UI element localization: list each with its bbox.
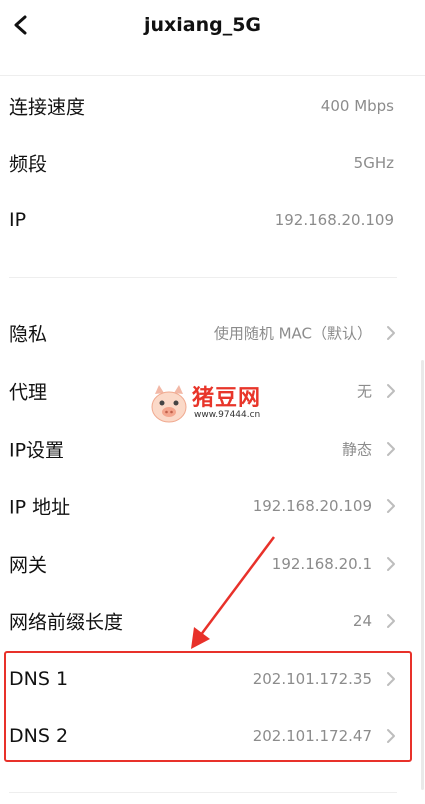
proxy-label: 代理 <box>9 381 48 404</box>
row-gateway[interactable]: 网关 192.168.20.1 <box>0 536 425 592</box>
dns-highlight-box <box>4 651 412 762</box>
connection-speed-label: 连接速度 <box>9 96 86 119</box>
ip-address-label: IP 地址 <box>9 496 71 519</box>
proxy-value: 无 <box>356 382 372 401</box>
chevron-right-icon <box>387 557 395 571</box>
watermark-logo: 猪豆网 www.97444.cn <box>146 380 281 430</box>
row-privacy[interactable]: 隐私 使用随机 MAC（默认） <box>0 305 425 361</box>
chevron-right-icon <box>387 499 395 513</box>
chevron-right-icon <box>387 614 395 628</box>
gateway-label: 网关 <box>9 554 48 577</box>
section-divider <box>9 277 397 278</box>
chevron-right-icon <box>387 442 395 456</box>
top-bar: juxiang_5G <box>0 0 425 76</box>
gateway-value: 192.168.20.1 <box>271 555 372 573</box>
chevron-right-icon <box>387 384 395 398</box>
privacy-label: 隐私 <box>9 323 48 346</box>
ip-settings-label: IP设置 <box>9 439 65 462</box>
row-connection-speed: 连接速度 400 Mbps <box>0 78 425 134</box>
bottom-divider <box>9 792 397 793</box>
row-ip: IP 192.168.20.109 <box>0 192 425 248</box>
ip-label: IP <box>9 209 27 231</box>
watermark-name: 猪豆网 <box>192 386 262 411</box>
ip-address-value: 192.168.20.109 <box>252 497 372 515</box>
pig-logo-icon <box>151 385 187 423</box>
chevron-right-icon <box>387 326 395 340</box>
prefix-length-label: 网络前缀长度 <box>9 611 124 634</box>
band-label: 频段 <box>9 153 48 176</box>
band-value: 5GHz <box>353 154 394 172</box>
watermark-url: www.97444.cn <box>194 410 261 420</box>
row-ip-address[interactable]: IP 地址 192.168.20.109 <box>0 478 425 534</box>
row-prefix-length[interactable]: 网络前缀长度 24 <box>0 593 425 649</box>
scrollbar[interactable] <box>421 360 424 790</box>
row-band: 频段 5GHz <box>0 135 425 191</box>
ip-settings-value: 静态 <box>341 440 372 459</box>
prefix-length-value: 24 <box>352 612 372 630</box>
ip-value: 192.168.20.109 <box>274 211 394 229</box>
privacy-value: 使用随机 MAC（默认） <box>213 324 372 343</box>
network-name-title: juxiang_5G <box>143 14 262 36</box>
connection-speed-value: 400 Mbps <box>320 97 394 115</box>
